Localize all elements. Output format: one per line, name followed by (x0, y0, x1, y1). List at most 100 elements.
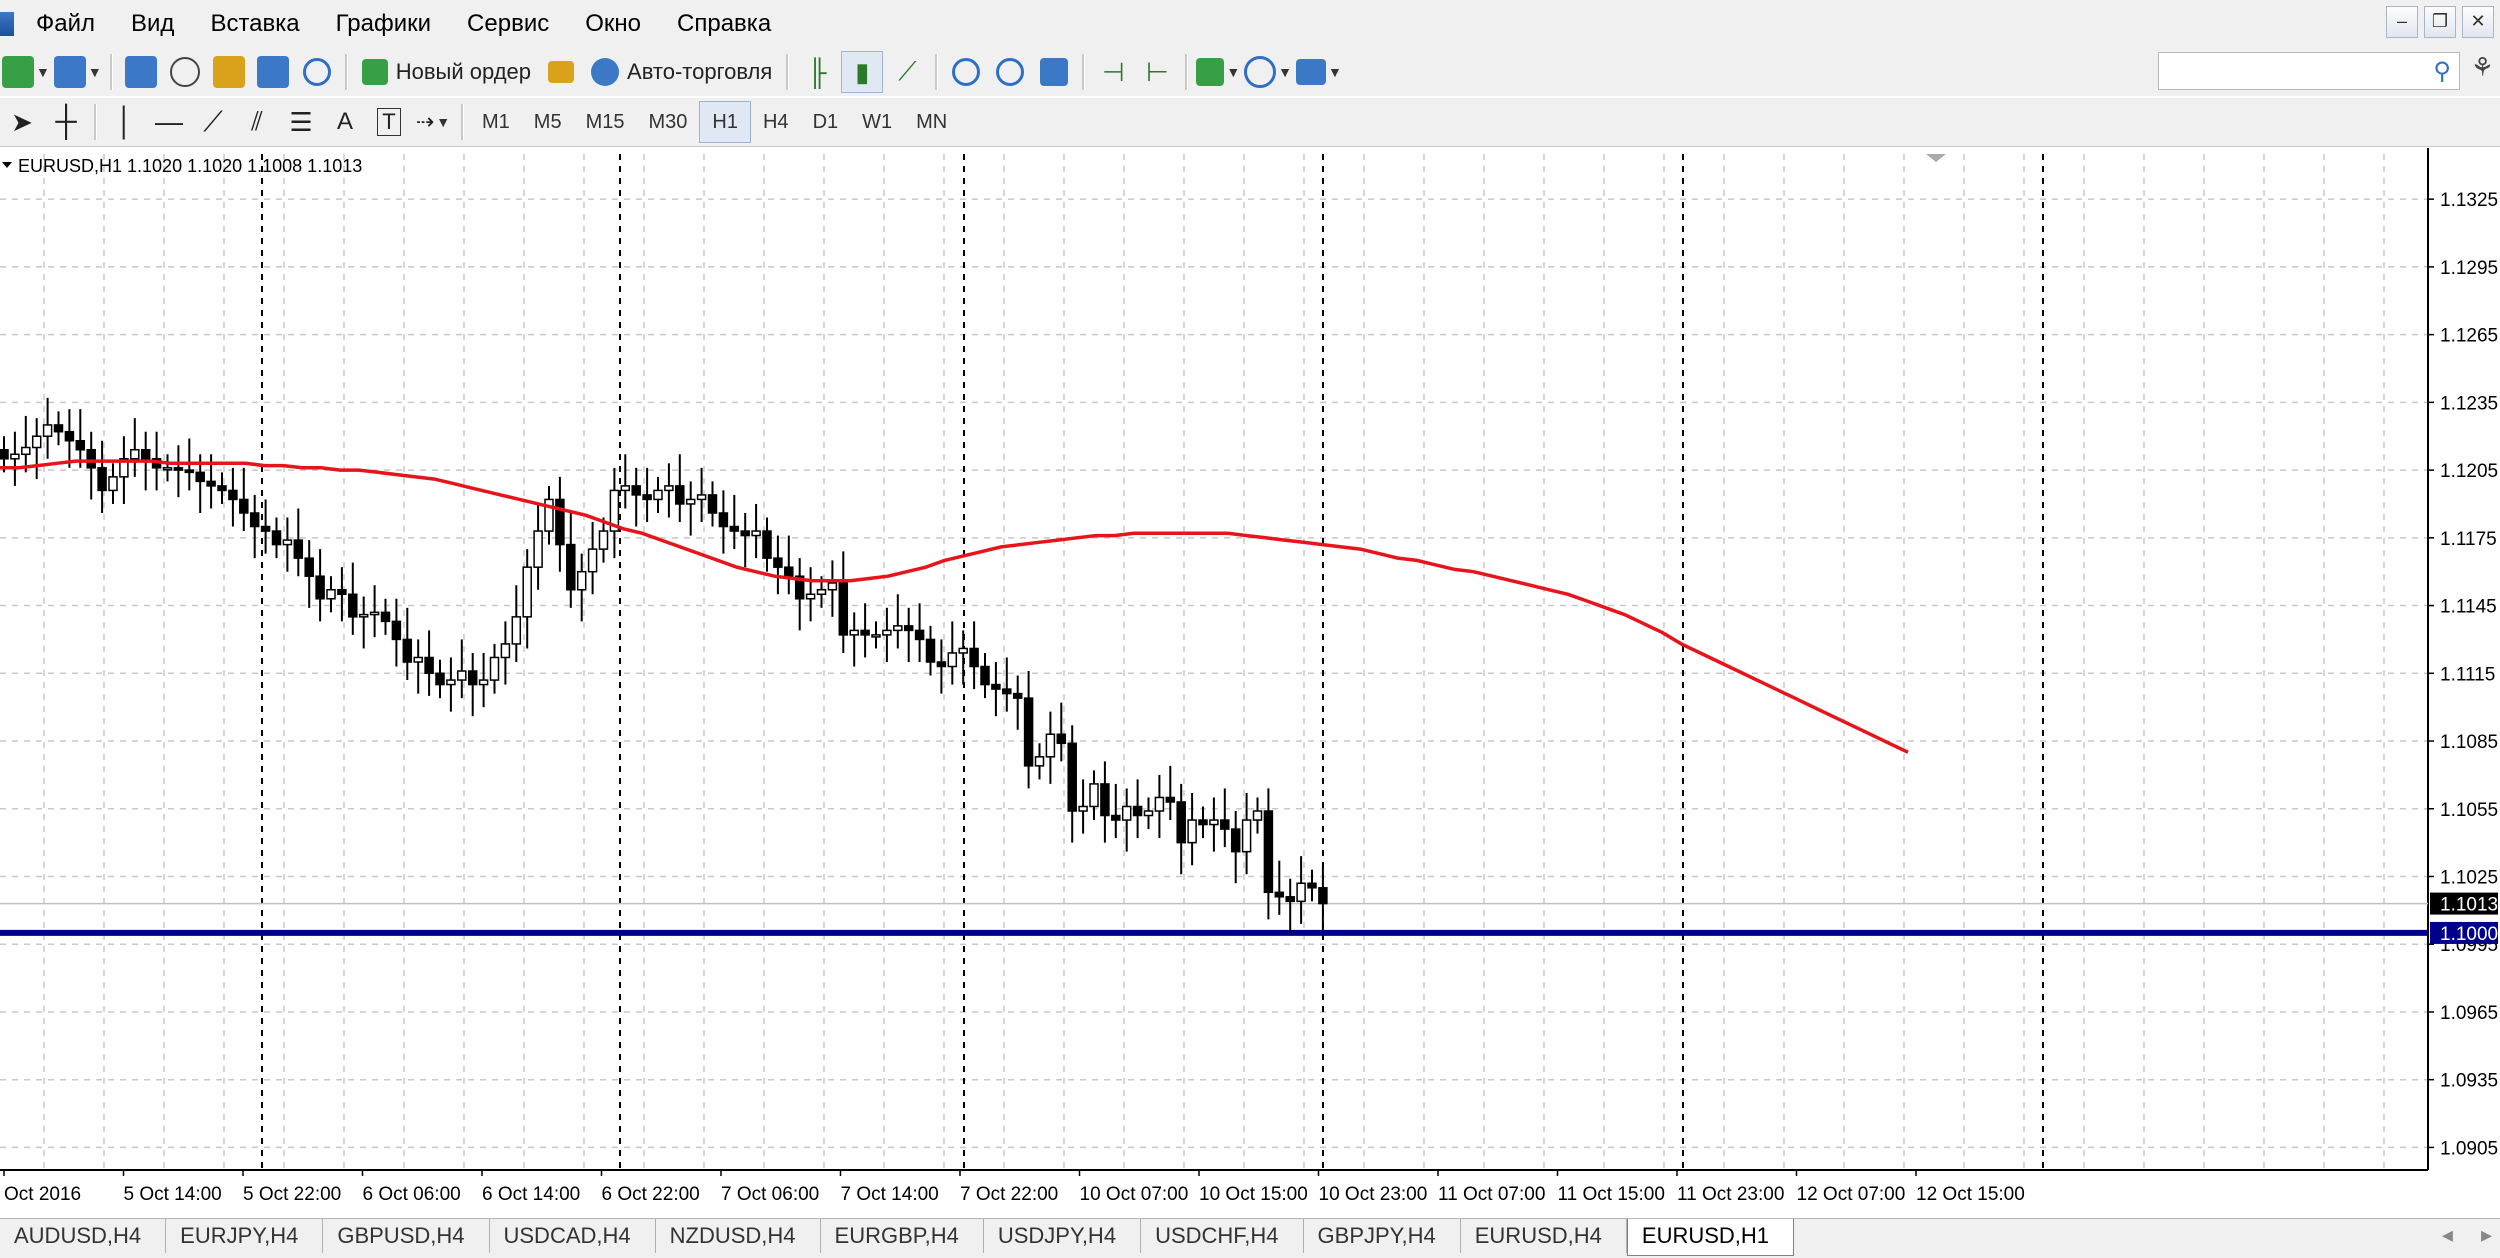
candlestick-icon: ▮ (855, 56, 870, 87)
chart-tab[interactable]: USDCHF,H4 (1141, 1219, 1304, 1253)
vertical-line-button[interactable]: │ (105, 102, 145, 142)
candle-body (1012, 692, 1023, 699)
metaeditor-button[interactable] (541, 52, 581, 92)
strategy-tester-button[interactable] (297, 52, 337, 92)
new-order-button[interactable]: Новый ордер (356, 52, 537, 92)
time-axis-label: 6 Oct 14:00 (482, 1184, 580, 1205)
candle-body (1002, 688, 1012, 695)
chart-tab[interactable]: AUDUSD,H4 (0, 1219, 167, 1253)
navigator-button[interactable] (209, 52, 249, 92)
close-button[interactable]: ✕ (2462, 6, 2494, 38)
timeframe-button-m30[interactable]: M30 (637, 102, 700, 142)
chart-tab[interactable]: EURGBP,H4 (821, 1219, 984, 1253)
fibonacci-button[interactable]: ☰ (281, 102, 321, 142)
timeframe-button-d1[interactable]: D1 (801, 102, 851, 142)
chart-tab[interactable]: GBPUSD,H4 (323, 1219, 490, 1253)
terminal-icon (256, 56, 289, 88)
candle-body (53, 424, 64, 433)
price-axis-label: 1.1265 (2440, 326, 2498, 347)
candle-body (936, 661, 947, 668)
tile-windows-icon (1040, 58, 1069, 86)
trendline-button[interactable]: ⟋ (193, 102, 233, 142)
auto-trading-button[interactable]: Авто-торговля (585, 52, 778, 92)
bar-chart-button[interactable]: ╟ (797, 52, 837, 92)
indicators-button[interactable]: ▼ (1196, 52, 1240, 92)
menu-item[interactable]: Вставка (192, 0, 317, 48)
candle-body (239, 498, 249, 514)
menu-item[interactable]: Окно (567, 0, 659, 48)
market-watch-button[interactable] (121, 52, 161, 92)
timeframe-button-w1[interactable]: W1 (850, 102, 904, 142)
candle-body (315, 575, 325, 600)
data-window-button[interactable] (165, 52, 205, 92)
arrows-button[interactable]: ⇢ ▼ (413, 102, 453, 142)
candle-body (925, 638, 936, 663)
trendline-icon: ⟋ (203, 105, 223, 137)
text-label-icon: T (377, 108, 401, 136)
help-search-icon[interactable]: ⚘ (2471, 52, 2494, 83)
chart-tab[interactable]: EURUSD,H1 (1626, 1219, 1795, 1256)
crosshair-icon: ┼ (55, 105, 77, 138)
line-chart-button[interactable]: ⟋ (887, 52, 927, 92)
chart-window[interactable]: 1.1325 1.1295 1.1265 1.1235 1.1205 1.1175 1.11… (0, 148, 2500, 1216)
crosshair-button[interactable]: ┼ (46, 102, 86, 142)
candle-body (260, 525, 271, 532)
candle-body (729, 525, 740, 532)
candle-body (827, 582, 838, 591)
chart-tab[interactable]: USDJPY,H4 (984, 1219, 1142, 1253)
price-axis-label: 1.0905 (2440, 1138, 2498, 1159)
chart-tab[interactable]: USDCAD,H4 (490, 1219, 656, 1253)
candle-body (184, 469, 195, 474)
new-chart-button[interactable]: ▼ (2, 52, 50, 92)
candlestick-button[interactable]: ▮ (841, 51, 884, 93)
chart-tab[interactable]: EURUSD,H4 (1461, 1219, 1627, 1253)
timeframe-button-mn[interactable]: MN (904, 102, 959, 142)
restore-button[interactable]: ❐ (2424, 6, 2456, 38)
chart-shift-button[interactable]: ⊣ (1093, 52, 1133, 92)
chart-tab[interactable]: NZDUSD,H4 (656, 1219, 821, 1253)
timeframe-button-h4[interactable]: H4 (751, 102, 801, 142)
timeframe-button-h1[interactable]: H1 (699, 101, 751, 143)
profiles-button[interactable]: ▼ (53, 52, 102, 92)
menu-item[interactable]: Справка (659, 0, 789, 48)
candle-body (620, 485, 631, 492)
menu-item[interactable]: Вид (113, 0, 192, 48)
text-label-button[interactable]: T (369, 102, 409, 142)
timeframe-button-m5[interactable]: M5 (522, 102, 574, 142)
chart-tab[interactable]: GBPJPY,H4 (1304, 1219, 1461, 1253)
terminal-button[interactable] (253, 52, 293, 92)
cursor-button[interactable]: ➤ (2, 102, 42, 142)
text-button[interactable]: A (325, 102, 365, 142)
candle-body (718, 512, 729, 528)
tile-windows-button[interactable] (1034, 52, 1074, 92)
toolbar-separator (344, 54, 348, 90)
time-axis-label: 11 Oct 15:00 (1558, 1184, 1665, 1205)
scroll-right-icon[interactable]: ▸ (2481, 1222, 2492, 1248)
candle-body (162, 467, 173, 471)
minimize-button[interactable]: – (2386, 6, 2418, 38)
scroll-left-icon[interactable]: ◂ (2442, 1222, 2453, 1248)
menu-item[interactable]: Сервис (449, 0, 567, 48)
search-input[interactable]: ⚲ (2158, 52, 2460, 90)
auto-scroll-button[interactable]: ⊢ (1137, 52, 1177, 92)
candle-body (21, 446, 31, 456)
zoom-in-button[interactable] (946, 52, 986, 92)
time-axis-label: 10 Oct 23:00 (1319, 1184, 1428, 1205)
menu-item[interactable]: Файл (18, 0, 113, 48)
periods-button[interactable]: ▼ (1244, 52, 1292, 92)
timeframe-button-m15[interactable]: M15 (574, 102, 637, 142)
zoom-out-button[interactable] (990, 52, 1030, 92)
timeframe-button-m1[interactable]: M1 (470, 102, 522, 142)
menu-item[interactable]: Графики (318, 0, 449, 48)
horizontal-line-button[interactable]: — (149, 102, 189, 142)
candle-body (751, 530, 761, 537)
search-icon[interactable]: ⚲ (2433, 57, 2451, 86)
chart-tab[interactable]: EURJPY,H4 (166, 1219, 324, 1253)
equidistant-channel-button[interactable]: ⫽ (237, 102, 277, 142)
chart-canvas[interactable]: 1.1325 1.1295 1.1265 1.1235 1.1205 1.1175 1.11… (0, 148, 2500, 1216)
candle-body (740, 530, 750, 537)
candle-body (0, 449, 9, 460)
templates-button[interactable]: ▼ (1296, 52, 1342, 92)
tester-icon (302, 58, 331, 86)
toolbar-separator (1185, 54, 1189, 90)
